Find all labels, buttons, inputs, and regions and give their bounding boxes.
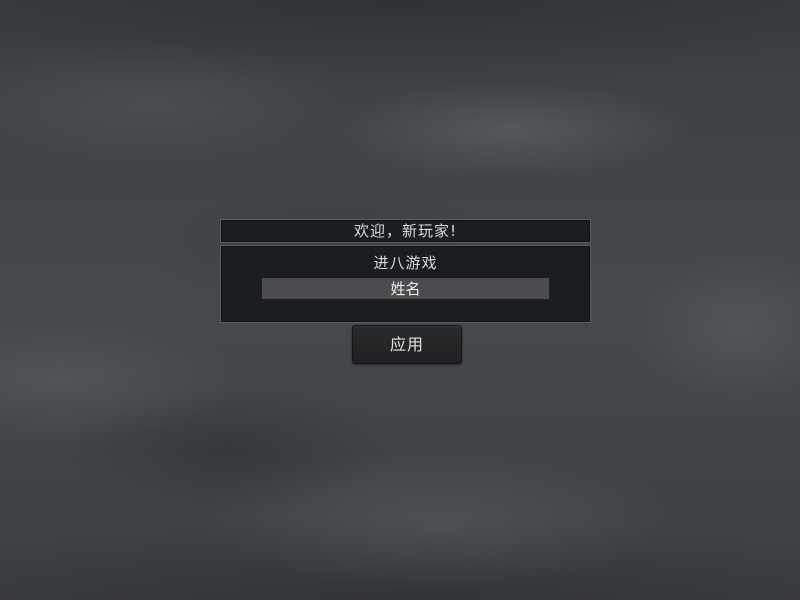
- join-game-heading: 进八游戏: [373, 254, 438, 272]
- welcome-title-bar: 欢迎，新玩家!: [220, 219, 591, 243]
- join-game-panel: 进八游戏: [220, 245, 591, 323]
- player-name-input[interactable]: [262, 278, 549, 299]
- apply-button[interactable]: 应用: [352, 325, 462, 364]
